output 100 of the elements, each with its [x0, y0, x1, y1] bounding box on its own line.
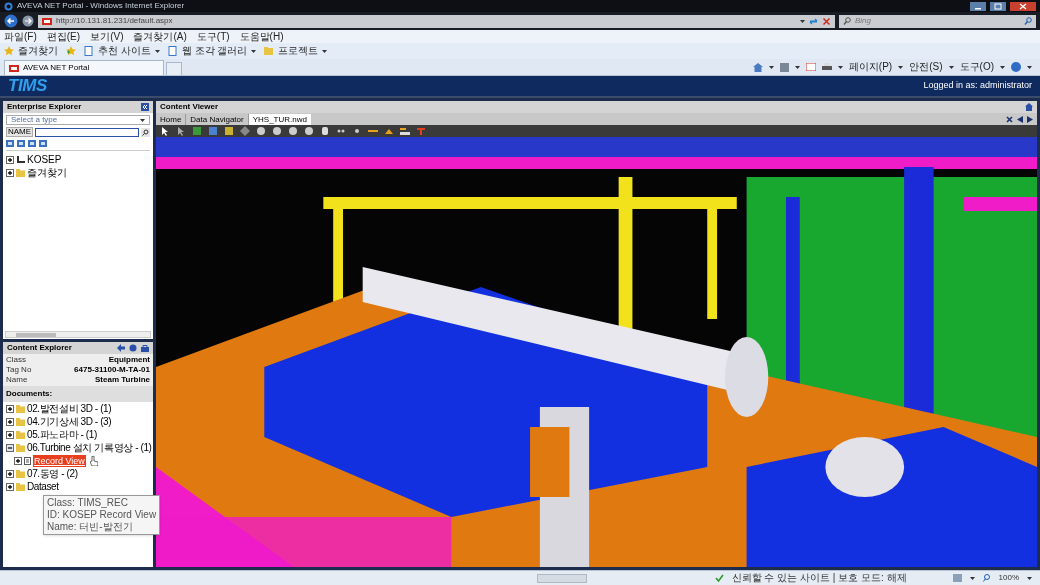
- maximize-icon[interactable]: [990, 1, 1006, 11]
- caret-icon: [969, 576, 975, 580]
- menu-item[interactable]: 즐겨찾기(A): [133, 31, 187, 42]
- address-text: http://10.131.81.231/default.aspx: [56, 15, 173, 27]
- favorites-link[interactable]: 프로젝트: [278, 46, 319, 56]
- zoom-icon: [982, 574, 991, 582]
- back-arrow-icon[interactable]: [117, 344, 125, 352]
- square-icon[interactable]: [224, 126, 234, 136]
- dropdown-placeholder: Select a type: [11, 114, 59, 126]
- caret-icon: [768, 65, 774, 69]
- document-folder[interactable]: 02.발전설비 3D - (1): [27, 403, 112, 415]
- caret-icon: [800, 19, 805, 23]
- collapse-icon[interactable]: [141, 103, 149, 111]
- tooltip-line: ID: KOSEP Record View: [47, 509, 157, 521]
- mail-icon[interactable]: [805, 63, 816, 71]
- caret-icon: [322, 49, 328, 53]
- property-value: Equipment: [108, 355, 150, 365]
- star-icon: [4, 46, 14, 56]
- home-icon[interactable]: [752, 62, 763, 72]
- folder-icon: [16, 418, 25, 426]
- folder-icon: [16, 444, 25, 452]
- expand-node-icon[interactable]: [6, 483, 14, 491]
- minimize-icon[interactable]: [970, 1, 986, 11]
- expand-node-icon[interactable]: [6, 405, 14, 413]
- command-menu[interactable]: 도구(O): [959, 62, 994, 72]
- caret-icon: [1000, 65, 1005, 69]
- caret-icon: [948, 65, 954, 69]
- stop-icon[interactable]: [822, 16, 831, 26]
- zoom-level[interactable]: 100%: [998, 572, 1019, 584]
- tab-title: AVEVA NET Portal: [23, 62, 90, 74]
- document-folder[interactable]: 04.기기상세 3D - (3): [27, 416, 112, 428]
- back-icon[interactable]: [4, 14, 18, 28]
- previous-icon[interactable]: [1017, 115, 1023, 123]
- printer-icon[interactable]: [821, 62, 832, 72]
- square-icon[interactable]: [208, 126, 218, 136]
- document-folder[interactable]: 05.파노라마 - (1): [27, 429, 97, 441]
- expand-node-icon[interactable]: [6, 156, 14, 164]
- favorites-link[interactable]: 추천 사이트: [98, 46, 151, 56]
- home-icon[interactable]: [1025, 103, 1033, 111]
- favorites-link[interactable]: 웹 조각 갤러리: [181, 46, 248, 56]
- menu-item[interactable]: 도움말(H): [239, 31, 284, 42]
- square-icon[interactable]: [192, 126, 202, 136]
- document-folder[interactable]: 07.동영 - (2): [27, 468, 78, 480]
- close-icon[interactable]: [1006, 115, 1013, 123]
- search-icon[interactable]: [1024, 17, 1032, 25]
- expand-node-icon[interactable]: [14, 457, 22, 465]
- caret-icon: [898, 65, 904, 69]
- document-link[interactable]: Record View: [33, 455, 86, 467]
- section-heading: Documents:: [3, 386, 153, 402]
- check-icon: [714, 574, 724, 582]
- next-icon[interactable]: [1027, 115, 1033, 123]
- document-folder[interactable]: Dataset: [27, 481, 59, 493]
- menu-item[interactable]: 편집(E): [46, 31, 81, 42]
- expand-node-icon[interactable]: [6, 431, 14, 439]
- expand-node-icon[interactable]: [6, 470, 14, 478]
- panel-title: Content Viewer: [160, 101, 220, 113]
- favorites-link[interactable]: 즐겨찾기: [18, 46, 58, 56]
- page-icon: [84, 46, 94, 56]
- document-icon: [24, 457, 31, 465]
- property-label: Tag No: [6, 365, 32, 375]
- site-logo-icon: [9, 64, 19, 72]
- tooltip-line: Name: 터빈-발전기: [47, 521, 134, 533]
- folder-icon: [16, 483, 25, 491]
- page-icon: [167, 46, 178, 56]
- lock-icon[interactable]: [141, 344, 149, 352]
- search-icon[interactable]: [141, 127, 150, 137]
- expand-node-icon[interactable]: [6, 169, 14, 177]
- caret-icon: [154, 49, 160, 53]
- close-icon[interactable]: [1010, 1, 1036, 11]
- panel-title: Enterprise Explorer: [7, 101, 83, 113]
- security-zone: 신뢰할 수 있는 사이트 | 보호 모드: 해제: [731, 573, 907, 583]
- dot-icon[interactable]: [352, 126, 362, 136]
- collapse-node-icon[interactable]: [6, 444, 14, 452]
- folder-icon: [264, 46, 275, 56]
- menu-item[interactable]: 파일(F): [4, 31, 37, 42]
- scrollbar[interactable]: [5, 331, 151, 338]
- menu-item[interactable]: 도구(T): [196, 31, 230, 42]
- folder-icon: [16, 431, 25, 439]
- command-menu[interactable]: 안전(S): [909, 62, 943, 72]
- viewer-tab[interactable]: YHS_TUR.nwd: [248, 114, 311, 125]
- window-title: AVEVA NET Portal - Windows Internet Explorer: [17, 2, 185, 10]
- hand-cursor-icon: [89, 456, 98, 466]
- address-bar[interactable]: http://10.131.81.231/default.aspx: [38, 14, 835, 28]
- document-folder[interactable]: 06.Turbine 설치 기록영상 - (1): [27, 442, 152, 454]
- tree-item[interactable]: 즐겨찾기: [27, 167, 67, 179]
- type-dropdown[interactable]: Select a type: [6, 115, 150, 125]
- field-label: NAME: [6, 127, 34, 137]
- caret-icon: [837, 65, 843, 69]
- login-status: Logged in as: administrator: [923, 79, 1032, 93]
- tree-item[interactable]: KOSEP: [27, 154, 62, 166]
- expand-node-icon[interactable]: [6, 418, 14, 426]
- browser-tab[interactable]: AVEVA NET Portal: [4, 60, 164, 75]
- caret-icon: [1027, 576, 1032, 580]
- forward-icon[interactable]: [22, 15, 34, 27]
- site-logo-icon: [42, 17, 52, 25]
- property-value: 6475-31100-M-TA-01: [74, 365, 150, 375]
- folder-icon: [16, 470, 25, 478]
- command-menu[interactable]: 페이지(P): [848, 62, 893, 72]
- menu-item[interactable]: 보기(V): [90, 31, 124, 42]
- name-input[interactable]: [35, 127, 139, 137]
